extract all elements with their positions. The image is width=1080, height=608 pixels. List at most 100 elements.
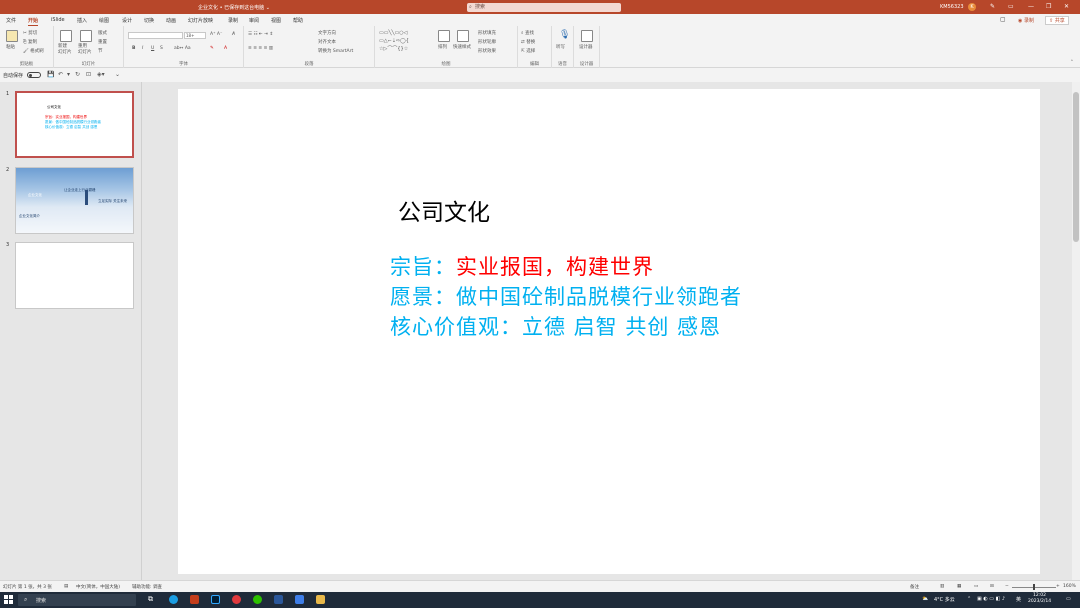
shape-outline-button[interactable]: 形状轮廓 — [478, 39, 496, 45]
replace-button[interactable]: ⇄ 替换 — [521, 39, 535, 45]
vertical-scrollbar[interactable] — [1072, 82, 1080, 580]
shape-fill-button[interactable]: 形状填充 — [478, 30, 496, 36]
ribbon-display-icon[interactable]: ▭ — [1008, 3, 1014, 10]
app-icon[interactable] — [295, 595, 304, 604]
weather-text[interactable]: 4°C 多云 — [934, 596, 955, 603]
shapes-gallery[interactable]: ▭▭╲╲▭○◁ ▭△⌐⇣⇨◯{☆▷⌒⌒{}☆ — [379, 29, 409, 53]
windows-start-icon[interactable] — [4, 595, 13, 604]
tab-view[interactable]: 视图 — [271, 17, 281, 24]
tab-design[interactable]: 设计 — [122, 17, 132, 24]
normal-view-icon[interactable]: ▥ — [940, 584, 944, 589]
align-icons[interactable]: ≡ ≡ ≡ ≡ ▥ — [248, 46, 273, 51]
copy-button[interactable]: ⎘ 复制 — [23, 39, 37, 45]
tab-help[interactable]: 帮助 — [293, 17, 303, 24]
netease-music-icon[interactable] — [232, 595, 241, 604]
reuse-slides-button[interactable]: 重用 幻灯片 — [78, 44, 92, 56]
language-status[interactable]: 中文(简体，中国大陆) — [76, 584, 120, 590]
tab-slideshow[interactable]: 幻灯片放映 — [188, 17, 213, 24]
reading-view-icon[interactable]: ▭ — [974, 584, 978, 589]
avatar[interactable]: K — [968, 3, 976, 11]
paste-button[interactable]: 粘贴 — [6, 44, 15, 50]
reset-button[interactable]: 重置 — [98, 39, 107, 45]
find-button[interactable]: ⌕ 查找 — [521, 30, 534, 36]
tab-home[interactable]: 开始 — [28, 17, 39, 26]
new-slide-icon[interactable] — [60, 30, 72, 42]
italic-button[interactable]: I — [142, 46, 143, 51]
weather-icon[interactable]: ⛅ — [922, 596, 928, 602]
format-painter-button[interactable]: 🖌 格式刷 — [23, 48, 44, 54]
comment-icon[interactable]: ▢ — [1000, 16, 1006, 23]
align-text-button[interactable]: 对齐文本 — [318, 39, 336, 45]
zoom-in-icon[interactable]: + — [1056, 584, 1060, 589]
share-button[interactable]: ⇪ 共享 — [1045, 16, 1069, 25]
slide-sorter-icon[interactable]: ▦ — [957, 584, 961, 589]
tab-animations[interactable]: 动画 — [166, 17, 176, 24]
undo-icon[interactable]: ↶ — [58, 71, 63, 78]
tab-draw[interactable]: 绘图 — [99, 17, 109, 24]
autosave-toggle[interactable] — [27, 72, 41, 78]
paste-icon[interactable] — [6, 30, 18, 42]
reuse-slides-icon[interactable] — [80, 30, 92, 42]
arrange-icon[interactable] — [438, 30, 450, 42]
undo-dropdown-icon[interactable]: ▾ — [67, 71, 70, 78]
collapse-ribbon-icon[interactable]: ⌃ — [1070, 60, 1074, 65]
section-button[interactable]: 节 — [98, 48, 103, 54]
designer-button[interactable]: 设计器 — [579, 44, 593, 50]
word-icon[interactable] — [274, 595, 283, 604]
grow-font-icon[interactable]: A⁺ A⁻ — [210, 32, 222, 37]
notes-button[interactable]: 备注 — [910, 584, 919, 590]
tab-transitions[interactable]: 切换 — [144, 17, 154, 24]
select-button[interactable]: ⇱ 选择 — [521, 48, 535, 54]
record-button[interactable]: ◉ 录制 — [1018, 17, 1034, 24]
slide-thumbnail-3[interactable] — [15, 242, 134, 309]
char-spacing-icon[interactable]: ab↔ Aa — [174, 46, 191, 51]
clock[interactable]: 12:02 2023/2/14 — [1028, 593, 1051, 605]
present-icon[interactable]: ⊡ — [86, 71, 91, 78]
tab-record[interactable]: 录制 — [228, 17, 238, 24]
file-explorer-icon[interactable] — [316, 595, 325, 604]
pen-icon[interactable]: ✎ — [990, 3, 995, 10]
smartart-button[interactable]: 转换为 SmartArt — [318, 48, 353, 54]
dictate-button[interactable]: 听写 — [556, 44, 565, 50]
task-view-icon[interactable]: ⧉ — [148, 595, 157, 604]
tab-islide[interactable]: iSlide — [51, 17, 65, 23]
microphone-icon[interactable]: 🎙 — [559, 30, 570, 40]
values-line[interactable]: 核心价值观：立德 启智 共创 感恩 — [390, 311, 721, 341]
restore-button[interactable]: ❐ — [1046, 3, 1051, 10]
strikethrough-button[interactable]: S — [160, 46, 163, 51]
tray-chevron-icon[interactable]: ⌃ — [967, 596, 971, 602]
user-name[interactable]: KM56323 — [940, 4, 964, 10]
font-color-icon[interactable]: A — [224, 46, 227, 51]
mission-line[interactable]: 宗旨：实业报国，构建世界 — [390, 251, 654, 281]
bullets-icon[interactable]: ☰ ☷ ⇤ ⇥ ⇕ — [248, 32, 273, 37]
slide[interactable]: 公司文化 宗旨：实业报国，构建世界 愿景：做中国砼制品脱模行业领跑者 核心价值观… — [178, 89, 1040, 574]
window-title[interactable]: 企业文化 • 已保存到这台电脑 ⌄ — [198, 4, 270, 11]
tab-insert[interactable]: 插入 — [77, 17, 87, 24]
photoshop-icon[interactable] — [211, 595, 220, 604]
clear-format-icon[interactable]: A̸ — [232, 32, 235, 37]
edge-icon[interactable] — [169, 595, 178, 604]
ime-indicator[interactable]: 英 — [1016, 596, 1021, 603]
highlight-color-icon[interactable]: ✎ — [210, 46, 214, 51]
wechat-icon[interactable] — [253, 595, 262, 604]
slide-thumbnail-2[interactable]: 企业文化 让企业走上行业巅峰 企业文化简介 立足实际 关注未来 — [15, 167, 134, 234]
powerpoint-icon[interactable] — [190, 595, 199, 604]
new-slide-button[interactable]: 新建 幻灯片 — [58, 44, 72, 56]
quick-styles-icon[interactable] — [457, 30, 469, 42]
spell-check-icon[interactable]: ▤ — [64, 584, 68, 589]
scrollbar-thumb[interactable] — [1073, 92, 1079, 242]
underline-button[interactable]: U — [151, 46, 154, 51]
slideshow-view-icon[interactable]: ⊟ — [990, 584, 994, 589]
layout-button[interactable]: 版式 — [98, 30, 107, 36]
notification-icon[interactable]: ▭ — [1066, 596, 1071, 602]
quick-styles-button[interactable]: 快速样式 — [453, 44, 471, 50]
close-button[interactable]: ✕ — [1064, 3, 1069, 10]
zoom-out-icon[interactable]: − — [1005, 584, 1009, 589]
shapes-icon[interactable]: ◈▾ — [97, 71, 105, 78]
zoom-level[interactable]: 160% — [1063, 584, 1076, 589]
redo-icon[interactable]: ↻ — [75, 71, 80, 78]
customize-qat-icon[interactable]: ⌄ — [115, 71, 120, 78]
vision-line[interactable]: 愿景：做中国砼制品脱模行业领跑者 — [390, 281, 742, 311]
tab-file[interactable]: 文件 — [6, 17, 16, 24]
tray-icons[interactable]: ▣ ◐ ▭ ◧ ♪ — [977, 596, 1005, 602]
